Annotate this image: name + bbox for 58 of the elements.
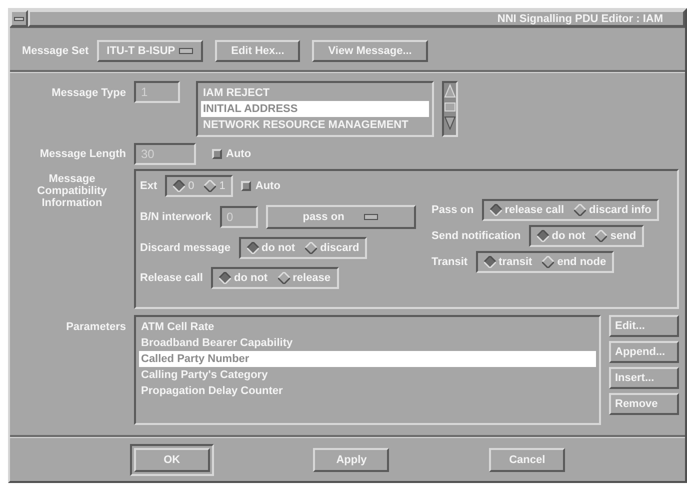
radio-label: end node <box>557 255 606 269</box>
group-label: Parameters <box>65 320 126 335</box>
toolbar-button[interactable]: View Message... <box>312 40 428 62</box>
list-item[interactable]: Called Party Number <box>139 351 596 367</box>
radio-label: send <box>610 229 636 243</box>
option-indicator-icon <box>364 214 378 220</box>
field-label: Message Type <box>50 86 126 101</box>
radio-button[interactable] <box>595 230 608 242</box>
radio-button[interactable] <box>219 272 231 284</box>
group-label: Discard message <box>140 240 230 256</box>
group-label: Message Compatibility Information <box>36 172 108 211</box>
menu-icon <box>14 16 24 20</box>
toolbar-button[interactable]: Edit Hex... <box>215 40 300 62</box>
option-menu[interactable]: ITU-T B-ISUP <box>96 40 204 62</box>
list-action-button[interactable]: Insert... <box>609 367 679 389</box>
radio-button[interactable] <box>246 242 258 254</box>
field-label: Message Length <box>38 146 126 162</box>
radio-button[interactable] <box>490 204 502 216</box>
radio-label: 1 <box>219 179 226 193</box>
checkbox-label: Auto <box>255 178 280 194</box>
radio-button[interactable] <box>278 272 290 284</box>
radio-label: transit <box>498 255 532 269</box>
radio-label: do not <box>262 241 296 255</box>
window-title: NNI Signalling PDU Editor : IAM <box>28 10 685 27</box>
list-item[interactable]: ATM Cell Rate <box>139 319 596 335</box>
group-label: Transit <box>432 254 468 270</box>
radio-button[interactable] <box>305 242 318 254</box>
radio-label: do not <box>234 271 268 285</box>
window-menu-button[interactable] <box>10 10 28 27</box>
radio-button[interactable] <box>574 204 586 216</box>
radio-label: do not <box>552 229 586 243</box>
list-action-button[interactable]: Append... <box>609 341 679 363</box>
radio-label: release call <box>504 203 564 217</box>
list-item[interactable]: Calling Party's Category <box>139 367 596 383</box>
dialog-button[interactable]: OK <box>134 448 210 472</box>
radio-label: discard info <box>589 203 652 217</box>
radio-label: release <box>292 271 331 285</box>
list-action-button[interactable]: Edit... <box>609 315 679 337</box>
group-label: Pass on <box>432 202 474 218</box>
list-item[interactable]: Broadband Bearer Capability <box>139 335 596 351</box>
radio-button[interactable] <box>484 256 496 268</box>
field-label: B/N interwork <box>140 210 212 225</box>
scrollbar[interactable] <box>442 81 458 137</box>
dialog-button[interactable]: Cancel <box>489 448 566 472</box>
list-item[interactable]: Propagation Delay Counter <box>139 383 596 399</box>
checkbox-label: Auto <box>226 146 252 162</box>
dialog-button[interactable]: Apply <box>313 448 390 472</box>
radio-button[interactable] <box>536 230 549 242</box>
list-action-button[interactable]: Remove <box>609 393 679 415</box>
field-label: Message Set <box>22 44 89 59</box>
group-label: Ext <box>140 178 158 194</box>
group-label: Release call <box>140 270 203 286</box>
option-indicator-icon <box>179 48 194 54</box>
radio-button[interactable] <box>542 256 554 268</box>
radio-label: 0 <box>188 179 194 193</box>
parameter-list[interactable]: ATM Cell Rate Broadband Bearer Capability Called Party Number Calling Party's Category Propagation Delay Counter <box>134 315 601 425</box>
group-label: Send notification <box>432 228 521 244</box>
radio-label: discard <box>320 241 360 255</box>
